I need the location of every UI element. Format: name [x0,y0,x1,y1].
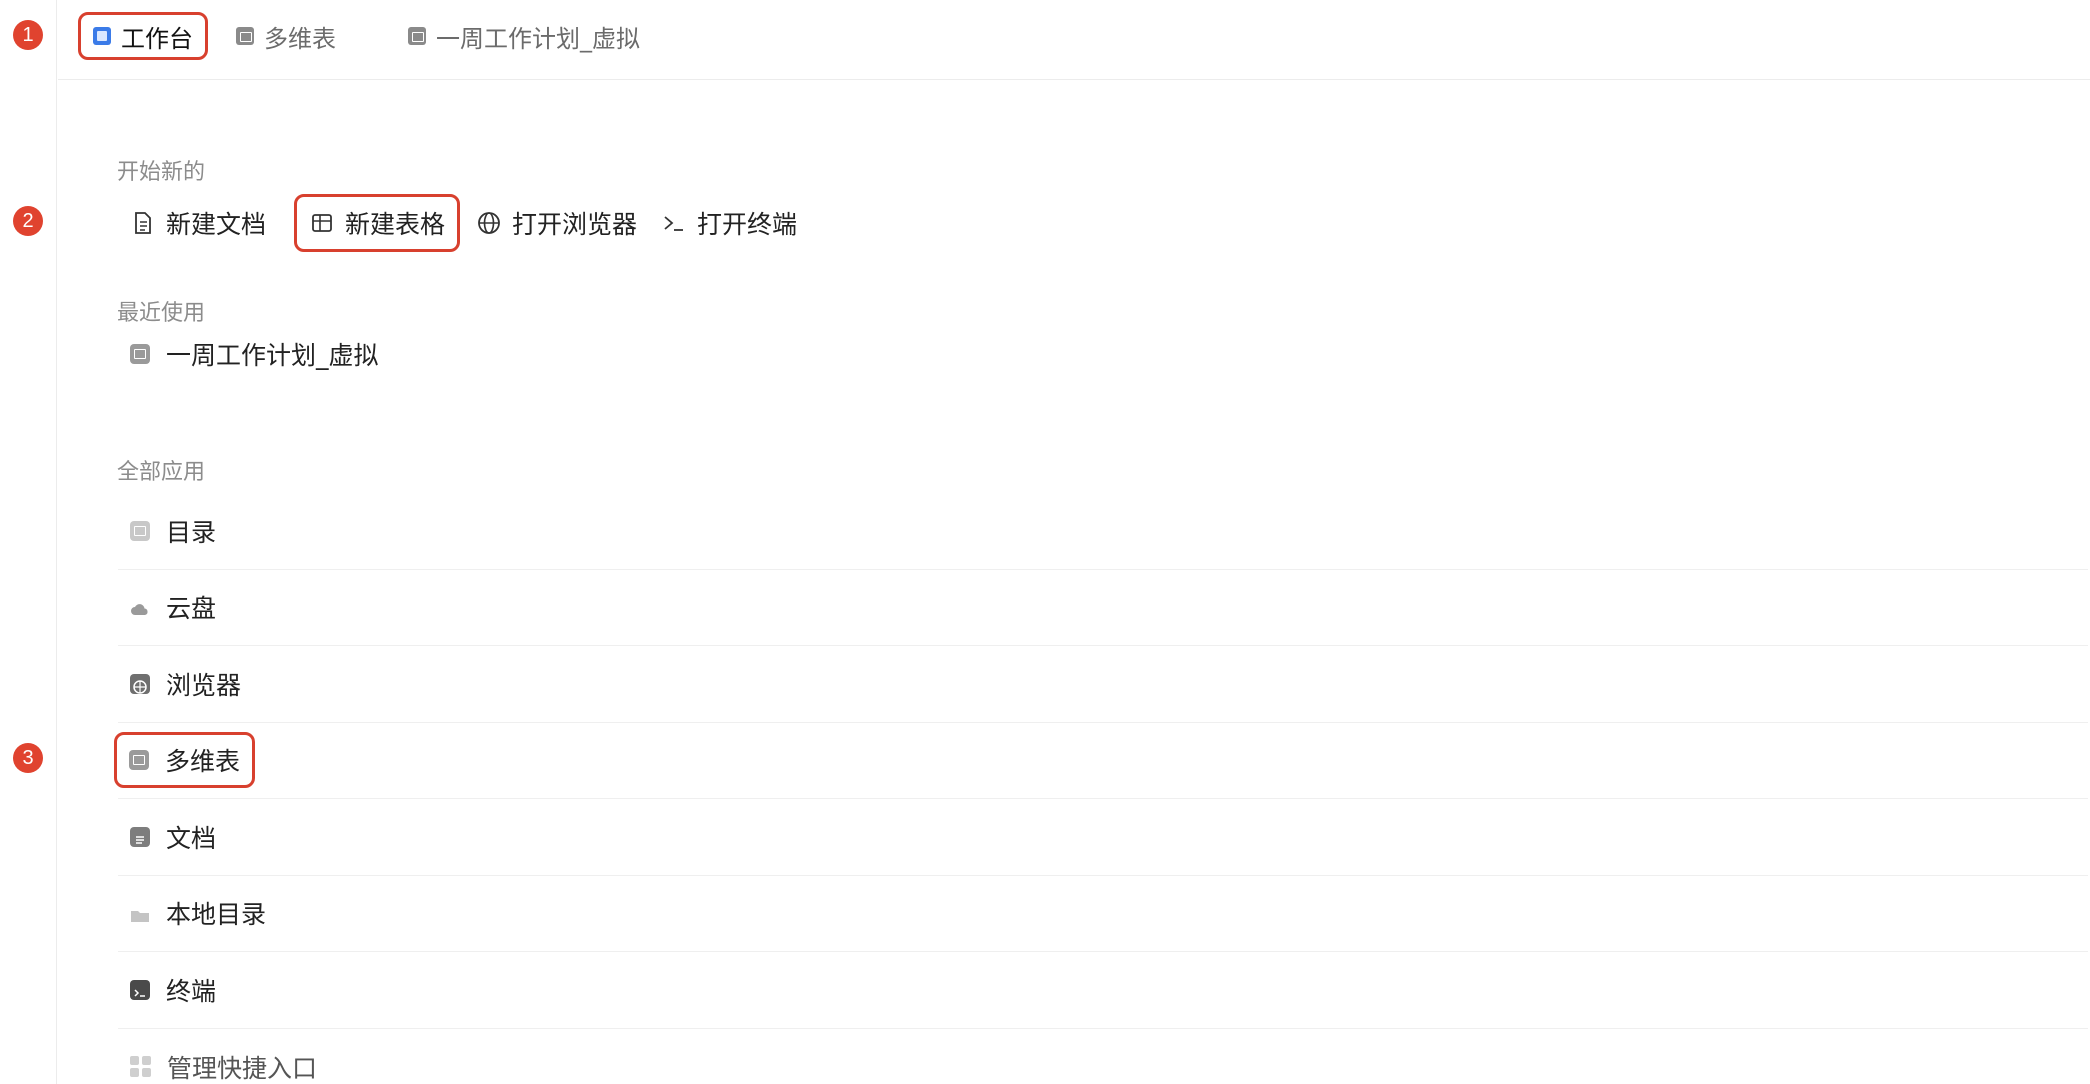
document-icon [130,210,156,236]
app-multidim-table[interactable]: 多维表 [114,732,256,789]
app-row-directory: 目录 [118,493,2088,570]
app-list: 目录 云盘 浏览器 多维表 文档 本地目录 终端 管理快捷入口 [114,493,2088,1084]
workbench-icon [93,27,111,45]
app-label: 多维表 [165,747,241,777]
app-label: 文档 [166,823,217,853]
app-directory[interactable]: 目录 [118,503,228,559]
workbench-main: 开始新的 新建文档 新建表格 打开浏览器 打开终端 最近使用 一周工作计划_虚拟… [58,81,2090,1084]
new-document-label: 新建文档 [166,210,267,239]
app-label: 管理快捷入口 [167,1053,318,1083]
tab-bar: 工作台 多维表 一周工作计划_虚拟 [58,0,2090,80]
new-table-button[interactable]: 新建表格 [294,194,461,252]
step-badge-3: 3 [13,743,43,773]
app-label: 云盘 [166,594,217,624]
table-icon [129,750,149,771]
start-new-heading: 开始新的 [117,160,206,185]
globe-icon [476,210,502,236]
open-browser-button[interactable]: 打开浏览器 [464,194,649,252]
app-terminal[interactable]: 终端 [118,962,228,1018]
app-row-multidim-table: 多维表 [114,723,2088,799]
tab-label: 一周工作计划_虚拟 [436,24,640,53]
open-terminal-button[interactable]: 打开终端 [649,194,809,252]
app-row-browser: 浏览器 [118,646,2088,723]
app-browser[interactable]: 浏览器 [118,656,253,712]
app-row-local-folder: 本地目录 [118,876,2088,952]
step-badge-2: 2 [13,206,43,236]
app-row-manage-shortcuts: 管理快捷入口 [118,1029,2088,1084]
app-label: 终端 [166,976,217,1006]
tab-label: 工作台 [121,24,193,53]
table-icon [236,27,254,45]
terminal-icon [661,210,687,236]
open-browser-label: 打开浏览器 [512,210,638,239]
browser-icon [130,673,150,694]
app-row-document: 文档 [118,799,2088,876]
app-row-terminal: 终端 [118,952,2088,1029]
table-icon [309,210,335,236]
directory-icon [130,520,150,541]
table-icon [408,27,426,45]
terminal-icon [130,979,150,1000]
all-apps-heading: 全部应用 [117,460,206,485]
cloud-drive-icon [130,597,150,617]
app-label: 本地目录 [166,900,267,930]
recent-item[interactable]: 一周工作计划_虚拟 [118,330,391,378]
folder-icon [130,903,150,923]
document-icon [130,826,150,847]
app-document[interactable]: 文档 [118,809,228,865]
app-local-folder[interactable]: 本地目录 [118,885,278,941]
quick-actions: 新建文档 新建表格 打开浏览器 打开终端 [118,194,809,252]
tab-multidim-table[interactable]: 多维表 [224,12,348,60]
tab-label: 多维表 [264,24,336,53]
app-label: 浏览器 [166,670,242,700]
grid-icon [130,1056,151,1078]
new-table-label: 新建表格 [345,210,446,239]
left-gutter: 1 2 3 [0,0,57,1084]
recent-item-label: 一周工作计划_虚拟 [166,341,379,370]
manage-shortcuts-button[interactable]: 管理快捷入口 [118,1039,329,1084]
tab-weekly-plan[interactable]: 一周工作计划_虚拟 [396,12,652,60]
app-label: 目录 [166,517,217,547]
step-badge-1: 1 [13,20,43,50]
new-document-button[interactable]: 新建文档 [118,194,278,252]
recent-heading: 最近使用 [117,301,206,326]
tab-workbench[interactable]: 工作台 [78,12,208,60]
app-cloud-drive[interactable]: 云盘 [118,579,228,635]
table-icon [130,344,150,364]
app-row-cloud-drive: 云盘 [118,570,2088,646]
open-terminal-label: 打开终端 [697,210,798,239]
